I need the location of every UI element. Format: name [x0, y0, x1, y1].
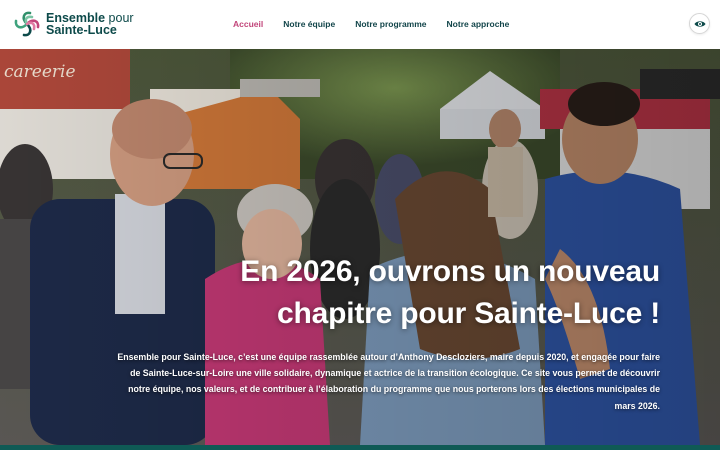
nav-item-notre-equipe[interactable]: Notre équipe [281, 17, 337, 31]
site-header: Ensemble pour Sainte-Luce Accueil Notre … [0, 0, 720, 49]
nav-item-accueil[interactable]: Accueil [231, 17, 265, 31]
site-logo[interactable]: Ensemble pour Sainte-Luce [12, 9, 134, 39]
brand-name-line2: Sainte-Luce [46, 23, 117, 37]
eye-icon [694, 20, 705, 27]
nav-item-notre-programme[interactable]: Notre programme [353, 17, 428, 31]
swirl-logo-icon [14, 11, 40, 37]
nav-item-notre-approche[interactable]: Notre approche [445, 17, 512, 31]
main-nav: Accueil Notre équipe Notre programme Not… [231, 17, 511, 31]
accessibility-button[interactable] [689, 13, 710, 34]
hero-title: En 2026, ouvrons un nouveau chapitre pou… [240, 255, 660, 330]
bottom-accent-bar [0, 445, 720, 450]
brand-name: Ensemble pour Sainte-Luce [46, 12, 134, 37]
hero-banner: careerie [0, 49, 720, 445]
hero-description: Ensemble pour Sainte-Luce, c’est une équ… [117, 352, 660, 411]
